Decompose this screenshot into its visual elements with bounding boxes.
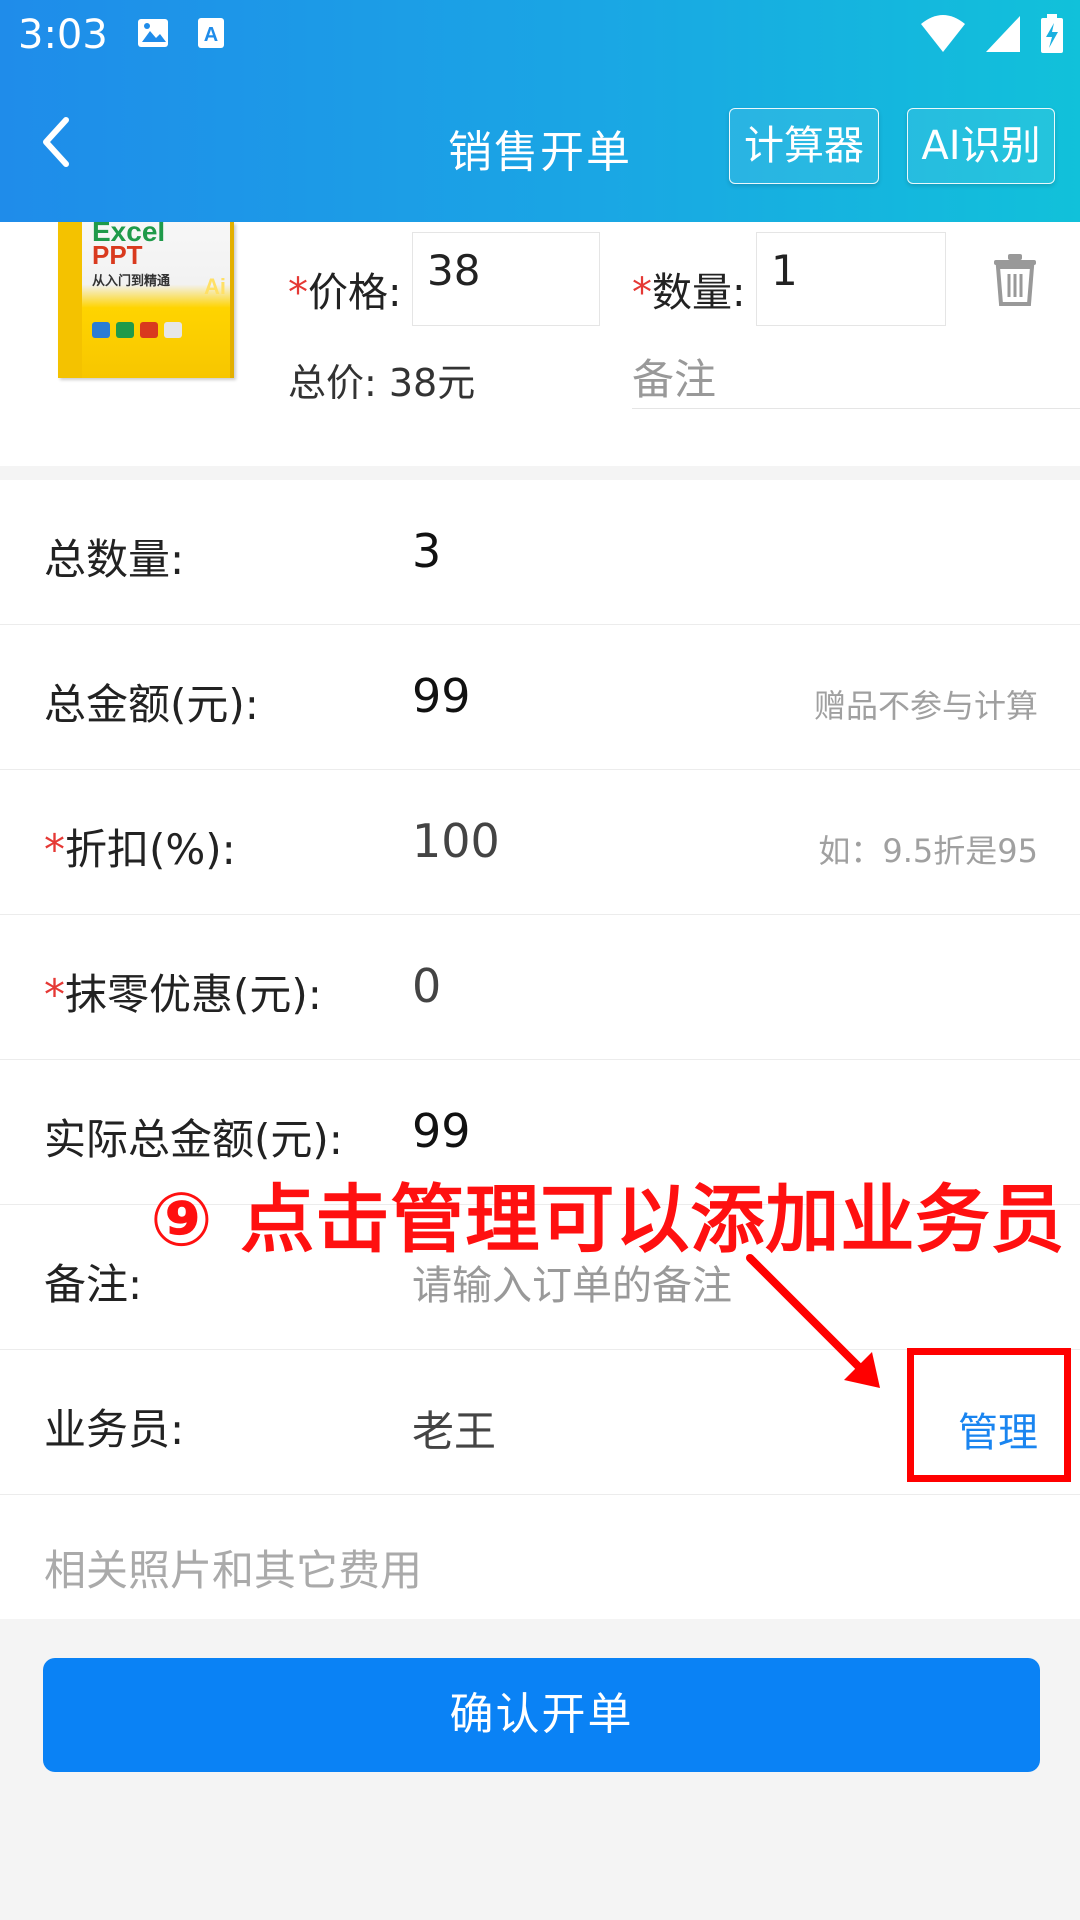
total-amount-label: 总金额(元): bbox=[44, 680, 259, 729]
product-image[interactable]: Excel PPT 从入门到精通 Ai bbox=[58, 222, 234, 378]
total-amount-value: 99 bbox=[412, 669, 471, 723]
discount-hint: 如：9.5折是95 bbox=[818, 832, 1038, 870]
svg-text:A: A bbox=[204, 24, 218, 46]
rounding-row: *抹零优惠(元): 0 bbox=[0, 915, 1080, 1060]
rounding-label: *抹零优惠(元): bbox=[44, 970, 322, 1019]
total-quantity-label: 总数量: bbox=[44, 535, 185, 584]
photos-row[interactable]: 相关照片和其它费用 bbox=[0, 1495, 1080, 1619]
annotation-arrow-icon bbox=[746, 1254, 880, 1388]
nav-bar: 销售开单 计算器 AI识别 bbox=[0, 72, 1080, 222]
annotation-highlight-box bbox=[907, 1348, 1071, 1482]
status-bar: 3:03 A bbox=[0, 0, 1080, 72]
price-label: *价格: bbox=[288, 270, 402, 316]
calculator-button[interactable]: 计算器 bbox=[729, 108, 879, 184]
total-quantity-row: 总数量: 3 bbox=[0, 480, 1080, 625]
quantity-label: *数量: bbox=[632, 270, 746, 316]
discount-row: *折扣(%): 100 如：9.5折是95 bbox=[0, 770, 1080, 915]
salesperson-label: 业务员: bbox=[44, 1405, 185, 1454]
remark-label: 备注: bbox=[44, 1260, 143, 1309]
total-quantity-value: 3 bbox=[412, 524, 442, 578]
app-header: 3:03 A 销售开单 计算器 AI识别 bbox=[0, 0, 1080, 222]
status-time: 3:03 bbox=[18, 12, 108, 58]
total-amount-row: 总金额(元): 99 赠品不参与计算 bbox=[0, 625, 1080, 770]
wifi-icon bbox=[921, 15, 965, 52]
photos-label: 相关照片和其它费用 bbox=[44, 1546, 423, 1595]
discount-label: *折扣(%): bbox=[44, 825, 236, 874]
actual-total-value: 99 bbox=[412, 1104, 471, 1158]
signal-icon bbox=[986, 16, 1020, 52]
battery-charging-icon bbox=[1041, 14, 1063, 53]
product-card: Excel PPT 从入门到精通 Ai *价格: 38 *数量: 1 总价: 3… bbox=[0, 222, 1080, 466]
trash-icon[interactable] bbox=[990, 252, 1040, 306]
app-a-icon: A bbox=[198, 18, 224, 48]
total-amount-hint: 赠品不参与计算 bbox=[813, 687, 1038, 725]
confirm-order-button[interactable]: 确认开单 bbox=[43, 1658, 1040, 1772]
rounding-input[interactable]: 0 bbox=[412, 959, 441, 1013]
annotation-text: ⑨ 点击管理可以添加业务员 bbox=[150, 1177, 1066, 1263]
quantity-input[interactable]: 1 bbox=[756, 232, 946, 326]
actual-total-label: 实际总金额(元): bbox=[44, 1115, 343, 1164]
salesperson-select[interactable]: 老王 bbox=[412, 1398, 496, 1459]
item-note-input[interactable]: 备注 bbox=[632, 346, 1080, 409]
ai-recognize-button[interactable]: AI识别 bbox=[907, 108, 1055, 184]
image-icon bbox=[138, 19, 168, 47]
price-input[interactable]: 38 bbox=[412, 232, 600, 326]
discount-input[interactable]: 100 bbox=[412, 814, 500, 868]
item-total-price: 总价: 38元 bbox=[288, 361, 476, 405]
